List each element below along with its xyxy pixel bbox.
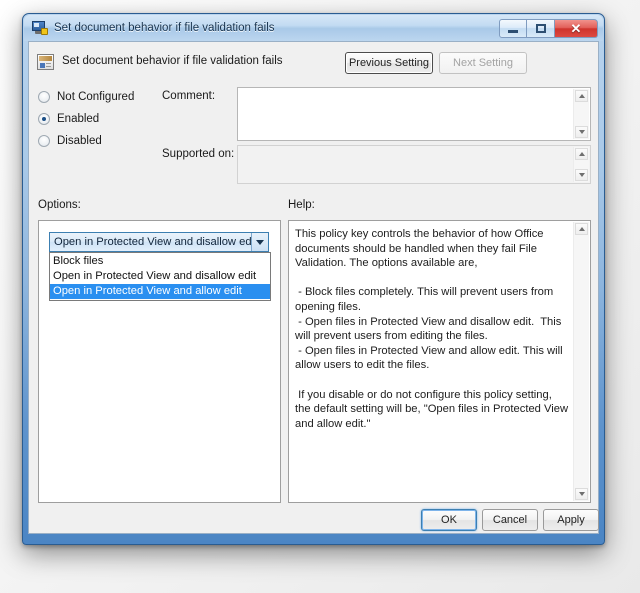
next-setting-button: Next Setting: [439, 52, 527, 74]
supported-on-scrollbar[interactable]: [573, 147, 589, 182]
minimize-button[interactable]: [499, 18, 527, 38]
radio-disabled-indicator: [38, 135, 50, 147]
close-button[interactable]: ✕: [555, 18, 598, 38]
chevron-up-icon: [578, 227, 585, 231]
radio-enabled-label: Enabled: [57, 113, 100, 125]
help-scroll-up-button[interactable]: [575, 223, 588, 235]
title-bar[interactable]: Set document behavior if file validation…: [24, 15, 603, 41]
behavior-combobox[interactable]: Open in Protected View and disallow edit: [49, 232, 269, 252]
chevron-down-icon[interactable]: [250, 233, 268, 251]
help-text: This policy key controls the behavior of…: [295, 228, 569, 430]
window-controls: ✕: [499, 18, 598, 38]
help-panel: This policy key controls the behavior of…: [288, 220, 591, 503]
options-section-label: Options:: [38, 199, 81, 211]
chevron-up-icon: [578, 94, 585, 98]
dropdown-option-disallow-edit[interactable]: Open in Protected View and disallow edit: [50, 269, 270, 284]
help-section-label: Help:: [288, 199, 315, 211]
policy-document-icon: [37, 54, 54, 70]
radio-disabled[interactable]: Disabled: [38, 135, 102, 147]
policy-setting-dialog: Set document behavior if file validation…: [22, 13, 605, 545]
chevron-down-icon: [578, 173, 585, 177]
cancel-button[interactable]: Cancel: [482, 509, 538, 531]
apply-button[interactable]: Apply: [543, 509, 599, 531]
close-icon: ✕: [570, 20, 582, 36]
comment-scrollbar[interactable]: [573, 89, 589, 139]
supported-on-input: [237, 145, 591, 184]
previous-setting-button[interactable]: Previous Setting: [345, 52, 433, 74]
dialog-client-area: Set document behavior if file validation…: [28, 41, 599, 534]
policy-monitor-icon: [32, 21, 48, 35]
help-scrollbar[interactable]: [573, 222, 589, 501]
supported-on-scroll-up-button[interactable]: [575, 148, 588, 160]
radio-not-configured-label: Not Configured: [57, 91, 135, 103]
maximize-button[interactable]: [527, 18, 555, 38]
maximize-icon: [535, 23, 546, 33]
radio-enabled-indicator: [38, 113, 50, 125]
ok-button[interactable]: OK: [421, 509, 477, 531]
radio-enabled[interactable]: Enabled: [38, 113, 99, 125]
comment-input[interactable]: [237, 87, 591, 141]
radio-not-configured[interactable]: Not Configured: [38, 91, 134, 103]
options-panel: Open in Protected View and disallow edit…: [38, 220, 281, 503]
chevron-up-icon: [578, 152, 585, 156]
comment-label: Comment:: [162, 90, 216, 102]
minimize-icon: [508, 29, 518, 33]
window-title: Set document behavior if file validation…: [54, 22, 275, 34]
supported-on-scroll-down-button[interactable]: [575, 169, 588, 181]
chevron-down-icon: [578, 130, 585, 134]
dropdown-option-block-files[interactable]: Block files: [50, 254, 270, 269]
desktop-background: Set document behavior if file validation…: [0, 0, 640, 593]
behavior-combobox-value: Open in Protected View and disallow edit: [54, 236, 251, 248]
dropdown-option-allow-edit[interactable]: Open in Protected View and allow edit: [50, 284, 270, 299]
supported-on-label: Supported on:: [162, 148, 235, 160]
radio-disabled-label: Disabled: [57, 135, 102, 147]
radio-not-configured-indicator: [38, 91, 50, 103]
policy-header: Set document behavior if file validation…: [29, 42, 598, 89]
chevron-down-icon: [578, 492, 585, 496]
comment-scroll-down-button[interactable]: [575, 126, 588, 138]
help-scroll-down-button[interactable]: [575, 488, 588, 500]
page-title: Set document behavior if file validation…: [62, 55, 283, 67]
comment-scroll-up-button[interactable]: [575, 90, 588, 102]
behavior-dropdown-list[interactable]: Block files Open in Protected View and d…: [49, 252, 271, 301]
